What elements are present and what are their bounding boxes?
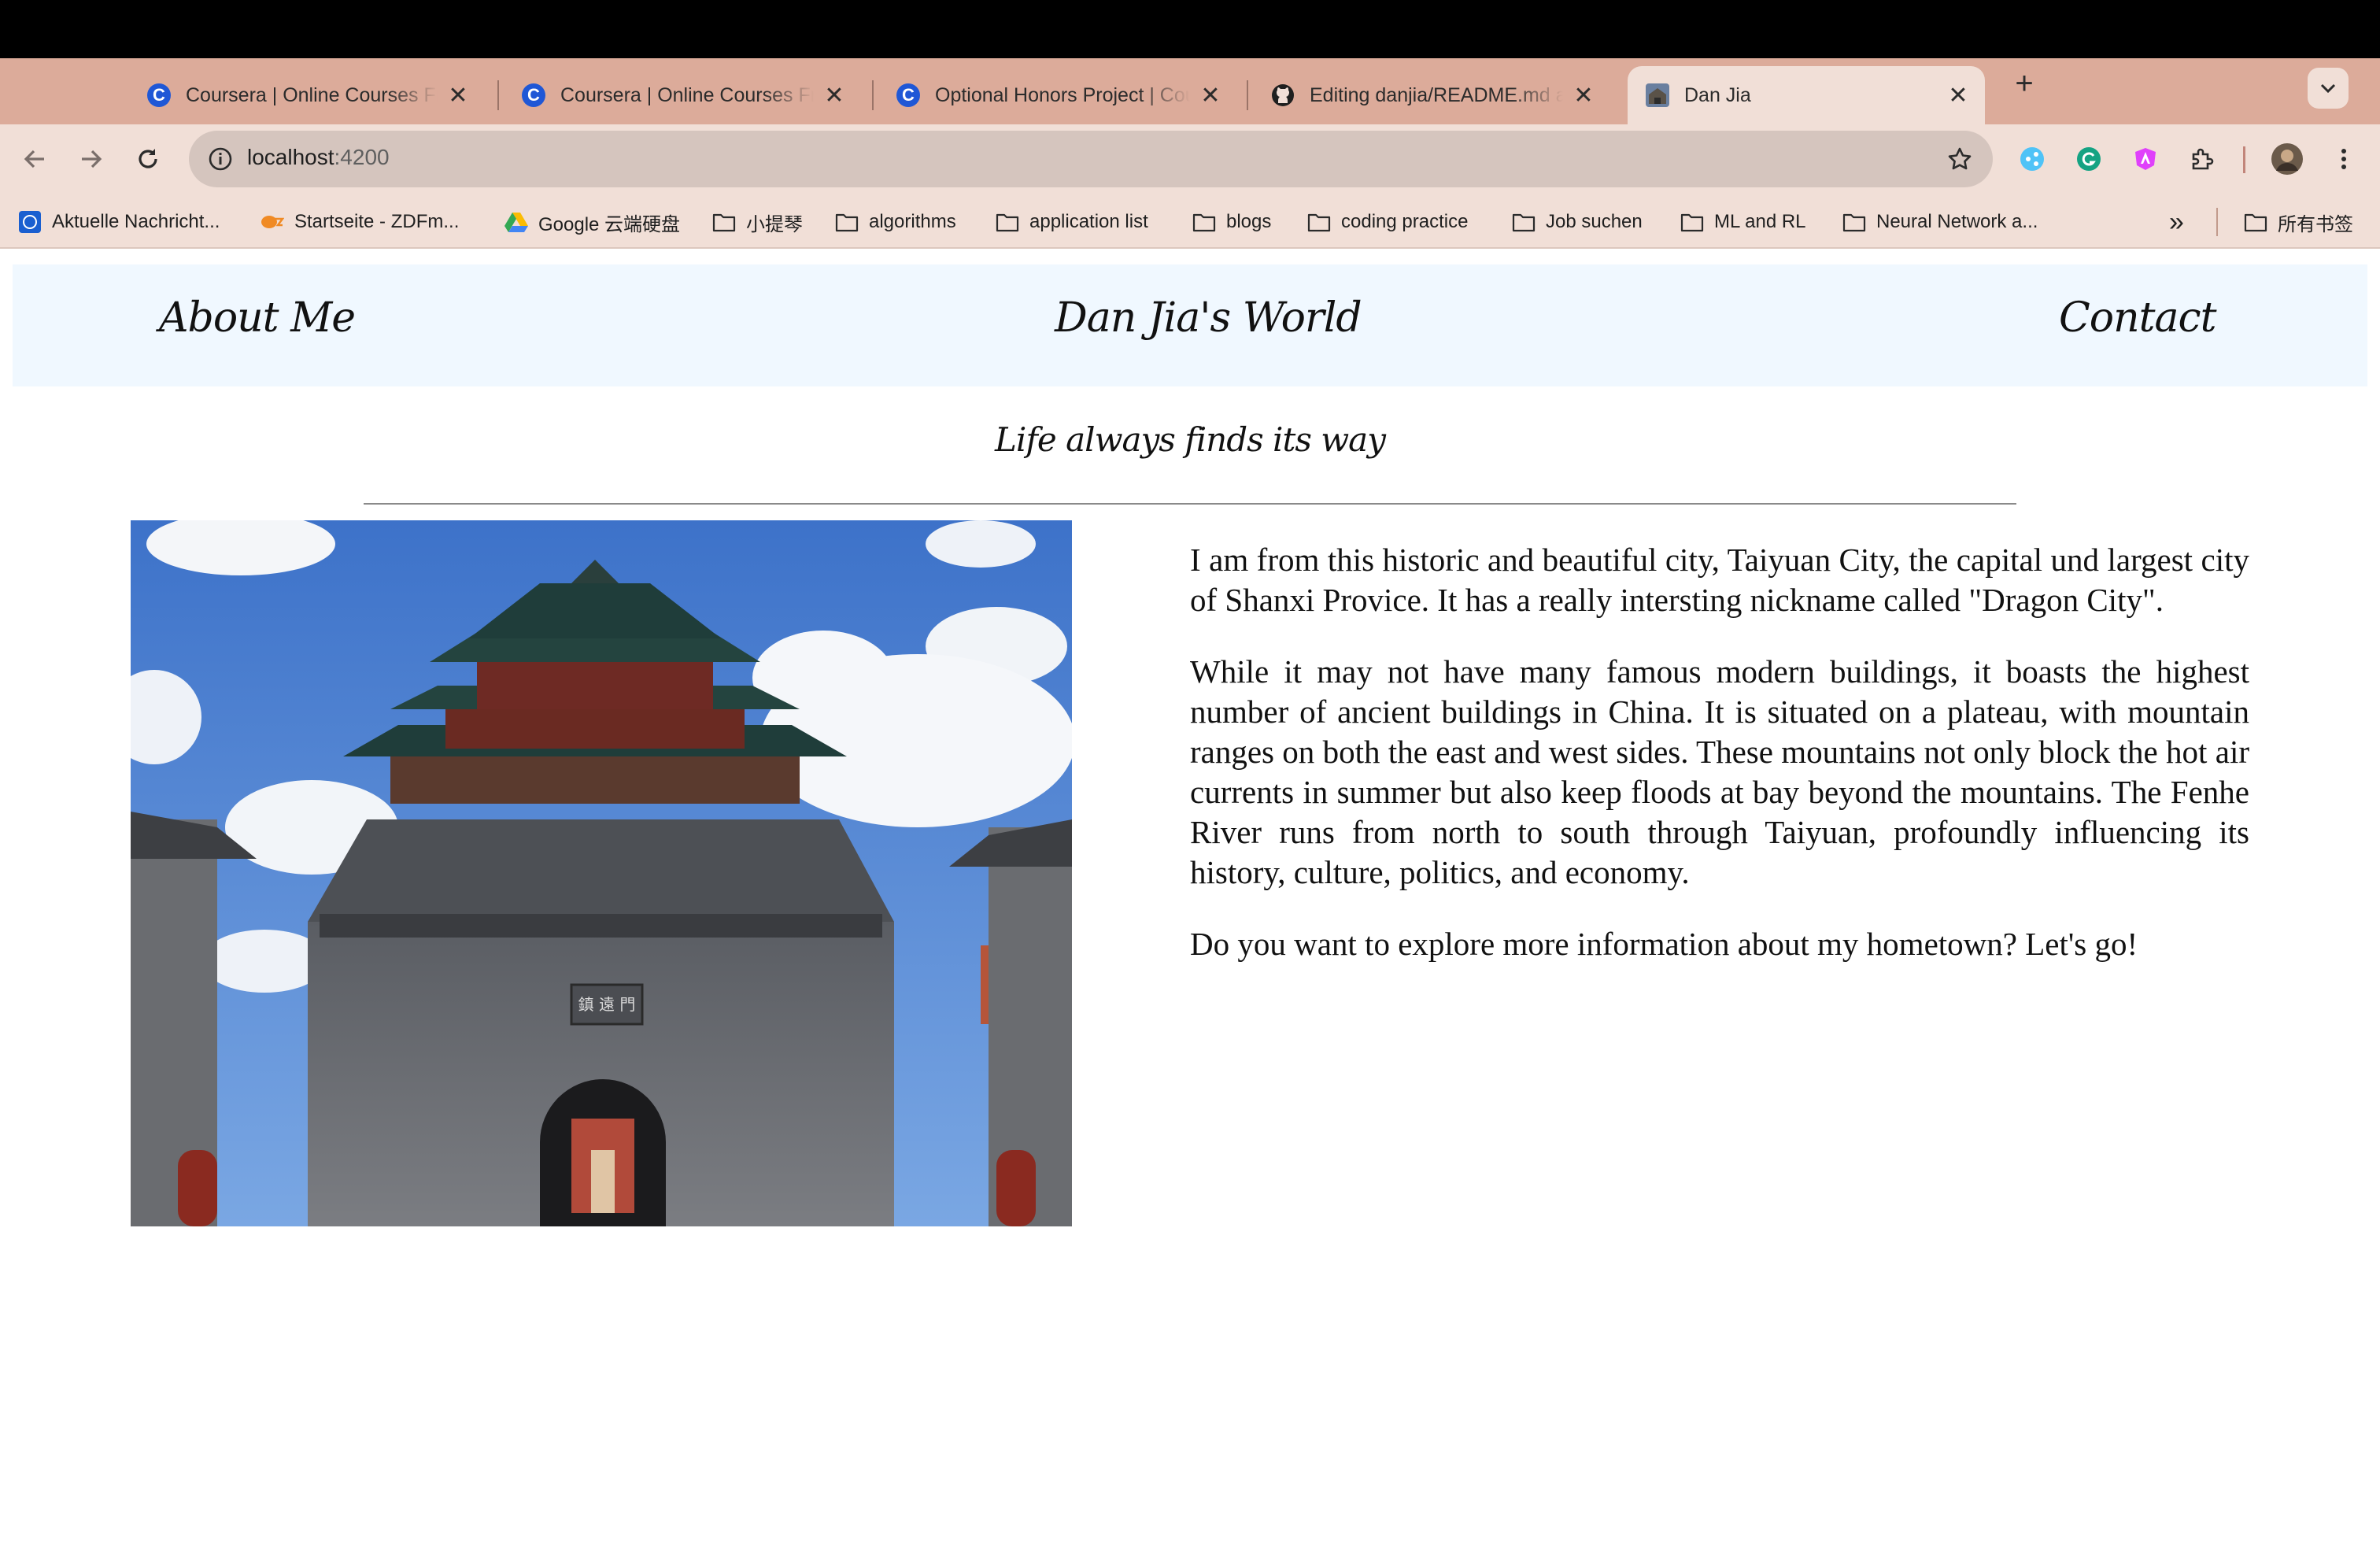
back-button[interactable] [14,139,55,179]
bookmark-item[interactable]: application list [995,206,1148,238]
bookmark-item[interactable]: ML and RL [1680,206,1806,238]
folder-icon [711,209,737,235]
site-navbar: About Me Dan Jia's World Contact [13,264,2367,386]
tab-title: Coursera | Online Courses From Top Unive… [560,83,814,106]
news-icon [17,209,42,235]
bookmark-label: blogs [1226,211,1272,232]
bookmark-label: 小提琴 [746,213,803,235]
extension-share-icon[interactable] [2013,140,2051,178]
bookmark-item[interactable]: coding practice [1306,206,1468,238]
tab-title: Editing danjia/README.md at main [1310,83,1563,106]
site-info-icon[interactable] [205,143,236,175]
bookmark-item[interactable]: algorithms [834,206,956,238]
grammarly-icon[interactable] [2070,140,2108,178]
google-drive-icon [504,209,529,235]
nav-about-me-link[interactable]: About Me [159,294,356,342]
angular-devtools-icon[interactable] [2127,140,2164,178]
folder-icon [1306,209,1332,235]
bookmark-label: application list [1029,211,1148,232]
reload-button[interactable] [128,139,168,179]
tab-dan-jia[interactable]: Dan Jia ✕ [1628,66,1985,124]
web-page: About Me Dan Jia's World Contact Life al… [0,249,2380,1546]
bookmark-item[interactable]: Startseite - ZDFm... [260,206,459,238]
tab-coursera-2[interactable]: C Coursera | Online Courses From Top Uni… [504,66,861,124]
close-icon[interactable]: ✕ [1571,83,1596,109]
gate-plaque-text: 鎮 遠 門 [578,995,636,1014]
site-photo-icon [1645,83,1670,108]
forward-button[interactable] [71,139,112,179]
arrow-right-icon [82,150,102,168]
all-bookmarks-button[interactable]: 所有书签 [2243,206,2353,238]
tab-coursera-1[interactable]: C Coursera | Online Courses From Top Uni… [129,66,485,124]
site-brand-link[interactable]: Dan Jia's World [1055,294,1362,342]
chevron-down-icon [2320,83,2336,94]
tab-title: Coursera | Online Courses From Top Unive… [186,83,438,106]
folder-icon [995,209,1020,235]
folder-icon [1192,209,1217,235]
bookmark-label: Neural Network a... [1876,211,2038,232]
coursera-icon: C [521,83,546,108]
close-icon[interactable]: ✕ [822,83,847,109]
bookmark-label: Google 云端硬盘 [538,213,681,235]
coursera-icon: C [146,83,172,108]
tab-title: Dan Jia [1684,83,1751,106]
bookmark-item[interactable]: blogs [1192,206,1271,238]
reload-icon [139,149,157,168]
extensions-puzzle-icon[interactable] [2183,140,2221,178]
folder-icon [1842,209,1867,235]
tab-title: Optional Honors Project | Coursera [935,83,1190,106]
bookmark-star-icon[interactable] [1944,143,1975,175]
arrow-left-icon [24,150,44,168]
tab-github-readme[interactable]: Editing danjia/README.md at main ✕ [1253,66,1610,124]
bookmark-label: Startseite - ZDFm... [294,211,460,232]
close-icon[interactable]: ✕ [445,83,471,109]
new-tab-button[interactable]: + [2005,65,2043,102]
profile-avatar[interactable] [2268,140,2306,178]
address-url[interactable]: localhost:4200 [247,145,390,170]
nav-contact-link[interactable]: Contact [2059,294,2217,342]
tab-separator [872,80,874,110]
tab-separator [497,80,499,110]
folder-icon [834,209,859,235]
window-top-bar [0,0,2380,58]
bookmark-item[interactable]: Google 云端硬盘 [504,206,680,238]
address-bar[interactable]: localhost:4200 [189,131,1993,187]
tab-separator [1247,80,1248,110]
bookmarks-divider [2216,208,2218,236]
folder-icon [2243,209,2268,235]
bookmark-label: algorithms [869,211,956,232]
bookmark-label: Job suchen [1546,211,1643,232]
page-tagline: Life always finds its way [995,420,1386,459]
coursera-icon: C [896,83,921,108]
hometown-description: I am from this historic and beautiful ci… [1190,540,2249,996]
tab-honors-project[interactable]: C Optional Honors Project | Coursera ✕ [878,66,1237,124]
folder-icon [1511,209,1536,235]
close-icon[interactable]: ✕ [1198,83,1223,109]
bookmark-label: coding practice [1341,211,1469,232]
close-icon[interactable]: ✕ [1946,83,1971,109]
history-paragraph: While it may not have many famous modern… [1190,653,2249,890]
bookmark-label: 所有书签 [2278,213,2353,235]
github-icon [1270,83,1295,108]
zdf-icon [260,209,285,235]
bookmarks-bar: Aktuelle Nachricht... Startseite - ZDFm.… [0,194,2380,249]
bookmark-item[interactable]: Aktuelle Nachricht... [17,206,220,238]
intro-paragraph: I am from this historic and beautiful ci… [1190,542,2249,618]
tab-strip: C Coursera | Online Courses From Top Uni… [0,58,2380,124]
bookmark-label: Aktuelle Nachricht... [52,211,220,232]
bookmark-label: ML and RL [1714,211,1806,232]
section-divider [364,503,2016,505]
hometown-photo: 鎮 遠 門 [131,520,1072,1226]
menu-kebab-icon[interactable] [2325,140,2363,178]
bookmark-item[interactable]: Job suchen [1511,206,1643,238]
tab-search-button[interactable] [2308,68,2349,109]
bookmarks-overflow-button[interactable]: » [2169,206,2184,238]
toolbar-divider [2243,146,2245,173]
folder-icon [1680,209,1705,235]
bookmark-item[interactable]: Neural Network a... [1842,206,2038,238]
call-to-action-paragraph: Do you want to explore more information … [1190,926,2138,962]
browser-toolbar: localhost:4200 [0,124,2380,194]
bookmark-item[interactable]: 小提琴 [711,206,803,238]
